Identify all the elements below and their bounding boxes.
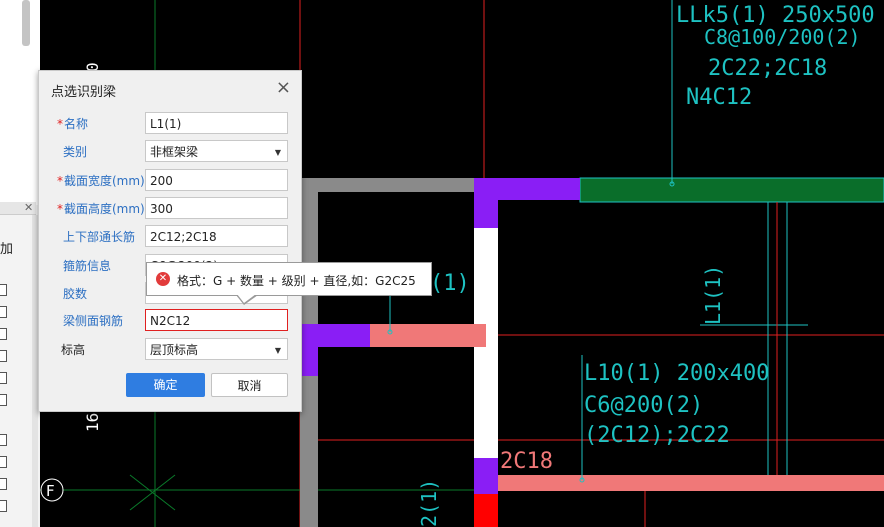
close-icon[interactable]: × (276, 77, 291, 98)
left-dock-panel: ✕ 加 (0, 0, 40, 527)
column-purple (474, 458, 498, 494)
field-label: *截面宽度(mm) (57, 174, 145, 188)
cad-label: C8@100/200(2) (704, 25, 861, 49)
cad-label: L10(1) 200x400 (584, 361, 769, 386)
row-checkbox[interactable] (0, 328, 7, 340)
chevron-down-icon: ▼ (274, 346, 281, 355)
beam-pink (498, 475, 884, 491)
dialog-title: 点选识别梁 (51, 85, 117, 100)
side-rebar-input[interactable]: N2C12 (145, 309, 288, 331)
row-checkbox[interactable] (0, 284, 7, 296)
field-row-category: 类别 非框架梁 ▼ (39, 140, 301, 164)
field-label: *截面高度(mm) (57, 202, 145, 216)
cad-label: N4C12 (686, 85, 752, 110)
height-input[interactable]: 300 (145, 197, 288, 219)
row-checkbox[interactable] (0, 306, 7, 318)
field-row-name: *名称 L1(1) (39, 112, 301, 136)
longitudinal-rebar-input[interactable]: 2C12;2C18 (145, 225, 288, 247)
identify-beam-dialog: 点选识别梁 × *名称 L1(1) 类别 非框架梁 ▼ *截面宽度(mm) 200… (38, 70, 302, 412)
left-panel-top (0, 0, 40, 205)
cad-label: (1) (430, 271, 470, 296)
field-label: 箍筋信息 (63, 259, 112, 273)
field-label: 胶数 (63, 287, 88, 301)
row-checkbox[interactable] (0, 434, 7, 446)
error-icon: ✕ (156, 272, 170, 286)
cad-label: 2C22;2C18 (708, 56, 827, 81)
axis-bubble-label: F (46, 482, 55, 500)
name-input[interactable]: L1(1) (145, 112, 288, 134)
close-icon[interactable]: ✕ (24, 201, 33, 214)
row-checkbox[interactable] (0, 372, 7, 384)
cad-label: 2(1) (417, 479, 441, 527)
cad-label: C6@200(2) (584, 393, 703, 418)
cad-label: L1(1) (701, 265, 725, 325)
cancel-button[interactable]: 取消 (211, 373, 288, 397)
column-purple (474, 178, 498, 228)
field-row-side-rebar: 梁侧面钢筋 N2C12 (39, 309, 301, 333)
left-panel-scroll-thumb[interactable] (22, 0, 30, 46)
field-label: *名称 (57, 117, 89, 131)
tooltip-message: 格式：G + 数量 + 级别 + 直径,如：G2C25 (177, 274, 416, 288)
elevation-select[interactable]: 层顶标高 ▼ (145, 338, 288, 360)
wall-gray (300, 178, 484, 192)
cad-label: (2C12);2C22 (584, 423, 730, 448)
cad-label: 2C18 (500, 449, 553, 474)
field-row-longitudinal: 上下部通长筋 2C12;2C18 (39, 225, 301, 249)
chevron-down-icon: ▼ (274, 148, 281, 157)
field-label: 上下部通长筋 (63, 230, 136, 244)
row-checkbox[interactable] (0, 394, 7, 406)
field-label: 梁侧面钢筋 (63, 314, 124, 328)
beam-green (579, 177, 884, 203)
add-column-label: 加 (0, 242, 14, 257)
cad-label: 16 (83, 413, 102, 432)
row-checkbox[interactable] (0, 500, 7, 512)
field-row-elevation: 标高 层顶标高 ▼ (39, 338, 301, 362)
row-checkbox[interactable] (0, 456, 7, 468)
category-select[interactable]: 非框架梁 ▼ (145, 140, 288, 162)
width-input[interactable]: 200 (145, 169, 288, 191)
field-label: 类别 (63, 145, 88, 159)
validation-tooltip: ✕ 格式：G + 数量 + 级别 + 直径,如：G2C25 (146, 262, 432, 296)
field-label: 标高 (61, 343, 86, 357)
field-row-width: *截面宽度(mm) 200 (39, 169, 301, 193)
row-checkbox[interactable] (0, 350, 7, 362)
tooltip-arrow-fill (237, 294, 256, 303)
column-purple (300, 324, 318, 376)
ok-button[interactable]: 确定 (126, 373, 205, 397)
beam-pink (370, 324, 486, 347)
wall-white-inner (486, 230, 498, 460)
field-row-height: *截面高度(mm) 300 (39, 197, 301, 221)
row-checkbox[interactable] (0, 478, 7, 490)
column-red (474, 494, 498, 527)
